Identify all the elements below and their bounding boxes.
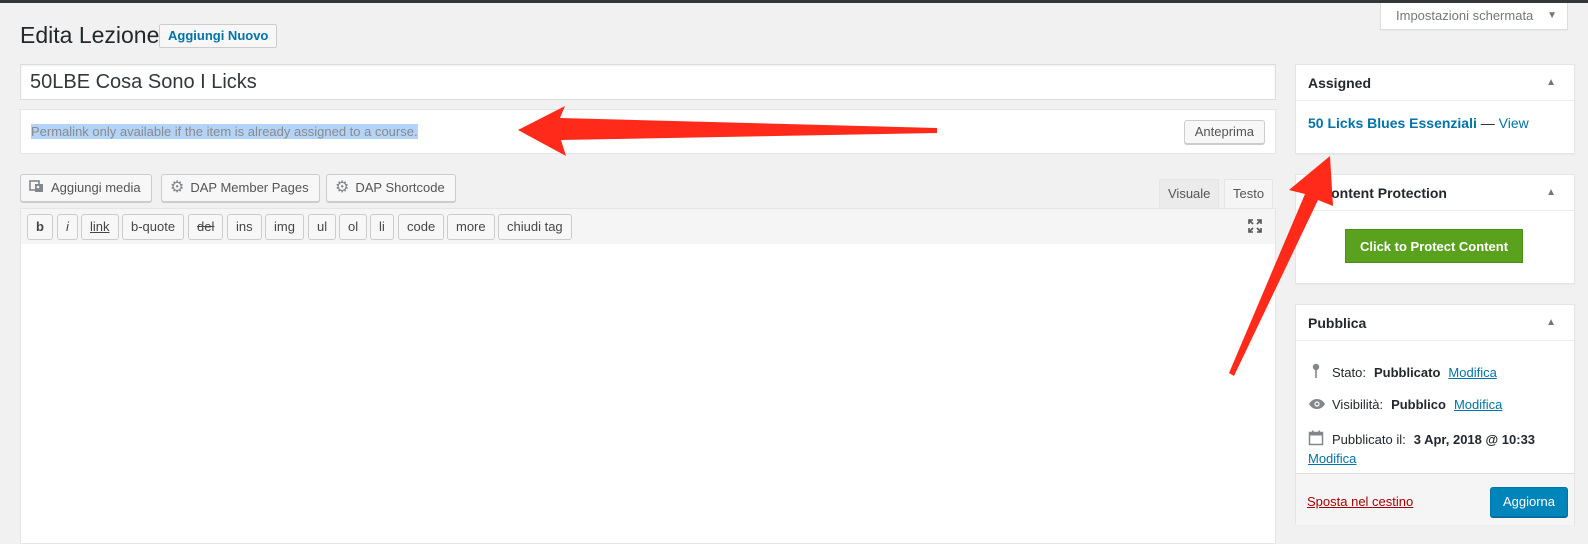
assigned-separator: — — [1476, 115, 1499, 131]
editor-textarea[interactable] — [20, 244, 1276, 544]
gear-icon: ⚙ — [335, 179, 350, 196]
tab-text[interactable]: Testo — [1224, 179, 1274, 209]
permalink-box: Permalink only available if the item is … — [20, 109, 1276, 154]
assigned-view-link[interactable]: View — [1499, 115, 1529, 131]
post-title-input[interactable]: 50LBE Cosa Sono I Licks — [20, 64, 1276, 100]
qt-bold-button[interactable]: b — [27, 214, 53, 240]
assigned-title: Assigned — [1296, 65, 1574, 101]
publish-date-row: Pubblicato il: 3 Apr, 2018 @ 10:33 — [1308, 430, 1535, 448]
update-button[interactable]: Aggiorna — [1489, 487, 1568, 517]
page-title: Edita Lezione — [20, 22, 160, 48]
qt-close-tags-button[interactable]: chiudi tag — [498, 214, 572, 240]
qt-code-button[interactable]: code — [398, 214, 445, 240]
dap-shortcode-label: DAP Shortcode — [355, 180, 445, 195]
dap-shortcode-button[interactable]: ⚙ DAP Shortcode — [326, 174, 456, 202]
add-media-button[interactable]: Aggiungi media — [20, 174, 152, 202]
qt-link-button[interactable]: link — [81, 214, 119, 240]
qt-ins-button[interactable]: ins — [227, 214, 262, 240]
fullscreen-icon[interactable] — [1247, 218, 1263, 239]
dap-member-pages-label: DAP Member Pages — [190, 180, 309, 195]
dap-content-protection-box: P Content Protection ▲ Click to Protect … — [1295, 174, 1575, 284]
qt-more-button[interactable]: more — [447, 214, 495, 240]
publish-box: Pubblica ▲ Stato: Pubblicato Modifica Vi… — [1295, 304, 1575, 525]
status-label: Stato: — [1332, 364, 1366, 380]
assigned-box: Assigned ▲ 50 Licks Blues Essenziali — V… — [1295, 64, 1575, 154]
admin-top-bar — [0, 0, 1588, 3]
qt-del-button[interactable]: del — [188, 214, 224, 240]
media-icon — [29, 178, 45, 198]
publish-status-row: Stato: Pubblicato Modifica — [1308, 363, 1497, 381]
move-to-trash-link[interactable]: Sposta nel cestino — [1307, 494, 1413, 509]
qt-img-button[interactable]: img — [265, 214, 304, 240]
qt-blockquote-button[interactable]: b-quote — [122, 214, 185, 240]
caret-down-icon: ▼ — [1547, 10, 1557, 21]
visibility-edit-link[interactable]: Modifica — [1454, 397, 1502, 412]
publish-actions: Sposta nel cestino Aggiorna — [1296, 473, 1574, 525]
qt-ol-button[interactable]: ol — [339, 214, 368, 240]
date-label: Pubblicato il: — [1332, 431, 1406, 447]
calendar-icon — [1308, 430, 1324, 448]
qt-ul-button[interactable]: ul — [308, 214, 337, 240]
screen-options-button[interactable]: Impostazioni schermata ▼ — [1380, 3, 1568, 30]
tab-visual[interactable]: Visuale — [1159, 179, 1220, 209]
qt-italic-button[interactable]: i — [57, 214, 78, 240]
add-new-button[interactable]: Aggiungi Nuovo — [159, 24, 278, 48]
date-edit-link[interactable]: Modifica — [1308, 451, 1356, 466]
date-value: 3 Apr, 2018 @ 10:33 — [1413, 431, 1536, 447]
gear-icon: ⚙ — [170, 179, 185, 196]
permalink-notice: Permalink only available if the item is … — [31, 124, 418, 139]
pin-icon — [1308, 363, 1324, 381]
qt-li-button[interactable]: li — [370, 214, 394, 240]
dap-member-pages-button[interactable]: ⚙ DAP Member Pages — [161, 174, 320, 202]
preview-button[interactable]: Anteprima — [1183, 120, 1265, 144]
eye-icon — [1308, 398, 1325, 412]
screen-options-label: Impostazioni schermata — [1396, 8, 1534, 23]
publish-visibility-row: Visibilità: Pubblico Modifica — [1308, 397, 1502, 412]
protect-content-button[interactable]: Click to Protect Content — [1345, 229, 1523, 263]
status-value: Pubblicato — [1373, 364, 1441, 380]
assigned-course-link[interactable]: 50 Licks Blues Essenziali — [1308, 115, 1477, 131]
dap-box-title: P Content Protection — [1296, 175, 1574, 211]
caret-up-icon[interactable]: ▲ — [1546, 65, 1556, 101]
assigned-course: 50 Licks Blues Essenziali — View — [1308, 115, 1529, 131]
quicktags-toolbar: b i link b-quote del ins img ul ol li co… — [20, 208, 1276, 245]
publish-title: Pubblica — [1296, 305, 1574, 341]
visibility-value: Pubblico — [1391, 397, 1446, 412]
caret-up-icon[interactable]: ▲ — [1546, 305, 1556, 341]
visibility-label: Visibilità: — [1332, 397, 1384, 412]
add-media-label: Aggiungi media — [51, 180, 141, 195]
status-edit-link[interactable]: Modifica — [1448, 365, 1496, 380]
caret-up-icon[interactable]: ▲ — [1546, 175, 1556, 211]
